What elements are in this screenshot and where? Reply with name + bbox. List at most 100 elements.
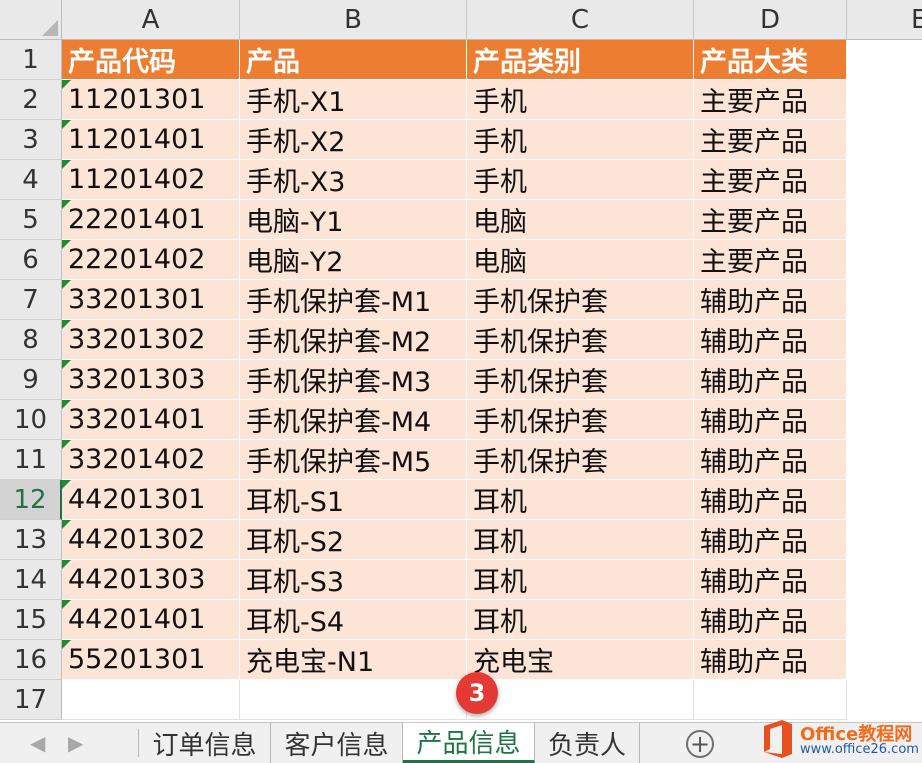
row-header-11[interactable]: 11 <box>0 440 62 480</box>
tab-owner[interactable]: 负责人 <box>535 723 640 763</box>
table-cell-code[interactable]: 33201303 <box>62 360 240 400</box>
table-cell-category[interactable]: 手机 <box>467 160 694 200</box>
table-cell-product[interactable]: 手机保护套-M3 <box>240 360 467 400</box>
table-cell-category[interactable]: 手机保护套 <box>467 360 694 400</box>
table-cell-class[interactable]: 辅助产品 <box>694 440 847 480</box>
row-header-13[interactable]: 13 <box>0 520 62 560</box>
table-cell-class[interactable]: 辅助产品 <box>694 520 847 560</box>
empty-cell[interactable] <box>240 680 467 720</box>
table-cell-code[interactable]: 33201401 <box>62 400 240 440</box>
select-all-corner[interactable] <box>0 0 62 40</box>
table-cell-category[interactable]: 手机保护套 <box>467 280 694 320</box>
table-cell-class[interactable]: 主要产品 <box>694 240 847 280</box>
row-header-9[interactable]: 9 <box>0 360 62 400</box>
tab-order-info[interactable]: 订单信息 <box>139 723 271 763</box>
table-cell-code[interactable]: 33201302 <box>62 320 240 360</box>
table-cell-product[interactable]: 电脑-Y1 <box>240 200 467 240</box>
column-header-b[interactable]: B <box>240 0 467 40</box>
column-header-d[interactable]: D <box>694 0 847 40</box>
cell-text: 33201302 <box>68 324 206 355</box>
table-cell-code[interactable]: 11201402 <box>62 160 240 200</box>
table-cell-code[interactable]: 44201302 <box>62 520 240 560</box>
tab-product-info[interactable]: 产品信息 <box>403 723 535 763</box>
table-cell-product[interactable]: 手机保护套-M5 <box>240 440 467 480</box>
table-cell-class[interactable]: 主要产品 <box>694 80 847 120</box>
table-cell-category[interactable]: 手机 <box>467 120 694 160</box>
add-sheet-button[interactable]: + <box>686 730 714 758</box>
row-header-7[interactable]: 7 <box>0 280 62 320</box>
table-cell-class[interactable]: 辅助产品 <box>694 360 847 400</box>
table-cell-code[interactable]: 11201301 <box>62 80 240 120</box>
row-header-2[interactable]: 2 <box>0 80 62 120</box>
row-header-12[interactable]: 12 <box>0 480 62 520</box>
row-header-5[interactable]: 5 <box>0 200 62 240</box>
table-cell-class[interactable]: 辅助产品 <box>694 320 847 360</box>
table-cell-class[interactable]: 辅助产品 <box>694 600 847 640</box>
table-cell-class[interactable]: 辅助产品 <box>694 400 847 440</box>
header-cell-class[interactable]: 产品大类 <box>694 40 847 80</box>
table-cell-code[interactable]: 22201401 <box>62 200 240 240</box>
table-cell-product[interactable]: 手机-X2 <box>240 120 467 160</box>
table-cell-class[interactable]: 辅助产品 <box>694 560 847 600</box>
table-cell-product[interactable]: 手机保护套-M2 <box>240 320 467 360</box>
header-cell-category[interactable]: 产品类别 <box>467 40 694 80</box>
empty-cell[interactable] <box>467 680 694 720</box>
row-header-4[interactable]: 4 <box>0 160 62 200</box>
table-cell-class[interactable]: 辅助产品 <box>694 640 847 680</box>
column-header-a[interactable]: A <box>62 0 240 40</box>
table-cell-product[interactable]: 充电宝-N1 <box>240 640 467 680</box>
header-cell-product[interactable]: 产品 <box>240 40 467 80</box>
table-cell-category[interactable]: 手机保护套 <box>467 400 694 440</box>
header-cell-code[interactable]: 产品代码 <box>62 40 240 80</box>
table-cell-category[interactable]: 电脑 <box>467 200 694 240</box>
table-cell-product[interactable]: 手机保护套-M1 <box>240 280 467 320</box>
table-cell-category[interactable]: 手机保护套 <box>467 320 694 360</box>
table-cell-code[interactable]: 11201401 <box>62 120 240 160</box>
row-header-8[interactable]: 8 <box>0 320 62 360</box>
column-header-c[interactable]: C <box>467 0 694 40</box>
row-header-14[interactable]: 14 <box>0 560 62 600</box>
table-cell-code[interactable]: 44201303 <box>62 560 240 600</box>
spreadsheet-grid[interactable]: A B C D E 1 2 3 4 5 6 7 8 9 10 11 12 13 14 15 16 17 产品代码… <box>0 0 922 722</box>
tab-customer-info[interactable]: 客户信息 <box>271 723 403 763</box>
table-cell-class[interactable]: 辅助产品 <box>694 280 847 320</box>
row-header-17[interactable]: 17 <box>0 680 62 720</box>
table-cell-product[interactable]: 手机-X1 <box>240 80 467 120</box>
table-cell-category[interactable]: 耳机 <box>467 560 694 600</box>
scroll-tabs-right-icon[interactable]: ▶ <box>68 731 83 755</box>
table-cell-code[interactable]: 22201402 <box>62 240 240 280</box>
scroll-tabs-left-icon[interactable]: ◀ <box>30 731 45 755</box>
table-cell-code[interactable]: 44201401 <box>62 600 240 640</box>
empty-cell[interactable] <box>694 680 847 720</box>
table-cell-category[interactable]: 充电宝 <box>467 640 694 680</box>
row-header-10[interactable]: 10 <box>0 400 62 440</box>
table-cell-product[interactable]: 电脑-Y2 <box>240 240 467 280</box>
table-cell-code[interactable]: 44201301 <box>62 480 240 520</box>
row-header-6[interactable]: 6 <box>0 240 62 280</box>
row-header-15[interactable]: 15 <box>0 600 62 640</box>
table-cell-code[interactable]: 33201301 <box>62 280 240 320</box>
table-cell-category[interactable]: 耳机 <box>467 520 694 560</box>
table-cell-class[interactable]: 辅助产品 <box>694 480 847 520</box>
row-header-3[interactable]: 3 <box>0 120 62 160</box>
table-cell-category[interactable]: 耳机 <box>467 480 694 520</box>
row-header-16[interactable]: 16 <box>0 640 62 680</box>
table-cell-category[interactable]: 手机保护套 <box>467 440 694 480</box>
table-cell-category[interactable]: 电脑 <box>467 240 694 280</box>
table-cell-code[interactable]: 55201301 <box>62 640 240 680</box>
table-cell-product[interactable]: 手机-X3 <box>240 160 467 200</box>
column-header-e[interactable]: E <box>847 0 922 40</box>
table-cell-product[interactable]: 手机保护套-M4 <box>240 400 467 440</box>
table-cell-category[interactable]: 手机 <box>467 80 694 120</box>
table-cell-product[interactable]: 耳机-S3 <box>240 560 467 600</box>
row-header-1[interactable]: 1 <box>0 40 62 80</box>
table-cell-product[interactable]: 耳机-S4 <box>240 600 467 640</box>
table-cell-product[interactable]: 耳机-S2 <box>240 520 467 560</box>
table-cell-code[interactable]: 33201402 <box>62 440 240 480</box>
table-cell-product[interactable]: 耳机-S1 <box>240 480 467 520</box>
empty-cell[interactable] <box>62 680 240 720</box>
table-cell-class[interactable]: 主要产品 <box>694 200 847 240</box>
table-cell-class[interactable]: 主要产品 <box>694 120 847 160</box>
table-cell-class[interactable]: 主要产品 <box>694 160 847 200</box>
table-cell-category[interactable]: 耳机 <box>467 600 694 640</box>
